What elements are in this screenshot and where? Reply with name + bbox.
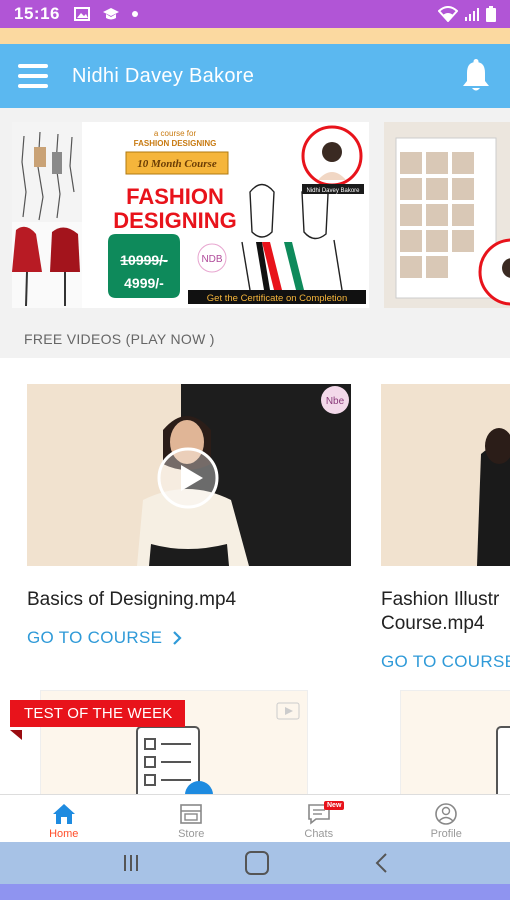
new-badge: New [324,801,345,810]
video-card[interactable]: Nbe Basics of Designing.mp4 GO TO COURSE [27,384,351,648]
go-to-course-link[interactable]: GO TO COURSE [381,652,510,672]
banner-duration: 10 Month Course [137,158,217,170]
banner-new-price: 4999/- [124,275,164,291]
course-banner-next[interactable] [384,122,510,308]
ribbon-fold [10,730,22,740]
home-button-icon[interactable] [244,850,270,876]
nav-chats[interactable]: Chats New [255,795,383,842]
nav-chats-label: Chats [304,828,334,840]
nav-home[interactable]: Home [0,795,128,842]
banner-headline-2: DESIGNING [113,208,236,233]
nav-store[interactable]: Store [128,795,256,842]
nav-profile-label: Profile [430,828,462,840]
wifi-icon [438,6,458,22]
video-title-line-2: Course.mp4 [381,613,485,634]
video-logo: Nbe [326,396,345,407]
play-icon[interactable] [157,447,219,509]
banner-certificate: Get the Certificate on Completion [207,293,347,304]
banner-old-price: 10999/- [120,252,168,268]
go-to-course-label: GO TO COURSE [27,628,163,647]
nav-home-label: Home [49,828,79,840]
bell-icon[interactable] [460,59,492,93]
status-bar: 15:16 [0,0,510,28]
home-icon [52,804,75,824]
system-navigation-bar [0,842,510,884]
store-icon [180,804,203,824]
banner-course-for: a course for [154,129,197,138]
banner-course-for-sub: FASHION DESIGNING [134,139,217,148]
course-banner-art: a course for FASHION DESIGNING 10 Month … [12,122,369,308]
course-banner[interactable]: a course for FASHION DESIGNING 10 Month … [12,122,369,308]
go-to-course-link[interactable]: GO TO COURSE [27,628,351,648]
app-bar: Nidhi Davey Bakore [0,44,510,108]
banner-headline-1: FASHION [126,184,224,209]
test-of-week-ribbon: TEST OF THE WEEK [10,700,185,727]
banner-logo: NDB [201,254,222,265]
recent-apps-icon[interactable] [121,853,141,873]
back-icon[interactable] [373,852,389,874]
nav-store-label: Store [178,828,205,840]
video-list: Nbe Basics of Designing.mp4 GO TO COURSE [0,358,510,688]
bottom-nav: Home Store Chats New Profile [0,794,510,842]
status-accent-strip [0,28,510,44]
banner-carousel[interactable]: a course for FASHION DESIGNING 10 Month … [0,108,510,320]
menu-icon[interactable] [18,64,48,88]
video-title: Basics of Designing.mp4 [27,589,237,610]
status-time: 15:16 [14,4,60,23]
video-title: Fashion Illustr Course.mp4 [381,588,510,636]
test-card-art [401,691,510,794]
banner-presenter: Nidhi Davey Bakore [306,188,360,194]
video-title-line-1: Fashion Illustr [381,589,500,610]
dot-icon [131,11,138,17]
test-card[interactable] [400,690,510,794]
nav-profile[interactable]: Profile [383,795,510,842]
free-videos-heading: FREE VIDEOS (PLAY NOW ) [0,320,510,358]
system-accent-strip [0,884,510,900]
image-notification-icon [73,7,90,21]
chevron-right-icon [173,631,182,645]
battery-icon [486,6,496,22]
go-to-course-label: GO TO COURSE [381,652,510,671]
app-title: Nidhi Davey Bakore [72,64,255,87]
graduation-cap-icon [102,8,119,20]
video-thumbnail[interactable]: Nbe [27,384,351,566]
course-banner-next-art [384,122,510,308]
test-of-week-section: TEST OF THE WEEK [0,688,510,794]
video-thumbnail[interactable] [381,384,510,566]
signal-icon [465,8,479,21]
profile-icon [435,803,458,825]
video-card[interactable]: Fashion Illustr Course.mp4 GO TO COURSE [381,384,510,672]
